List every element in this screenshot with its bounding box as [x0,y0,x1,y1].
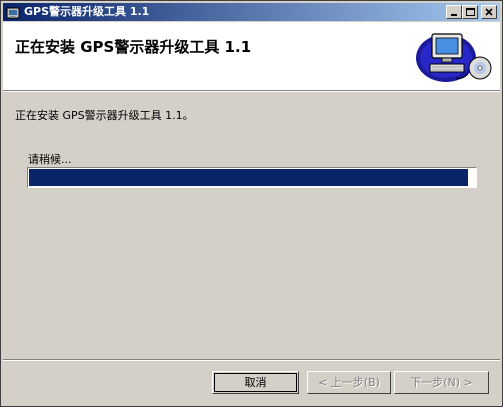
installer-window: GPS警示器升级工具 1.1 正在安装 GPS警示器升级工具 1.1 正在安装 … [0,0,503,407]
next-button[interactable]: 下一步(N) > [394,371,489,394]
status-text: 正在安装 GPS警示器升级工具 1.1。 [15,109,194,122]
close-button[interactable] [481,5,497,19]
maximize-icon [466,8,475,16]
minimize-icon [451,14,457,16]
banner-title: 正在安装 GPS警示器升级工具 1.1 [15,38,252,56]
title-bar[interactable]: GPS警示器升级工具 1.1 [3,3,500,21]
minimize-button[interactable] [446,5,462,19]
progress-bar [27,167,477,188]
window-title: GPS警示器升级工具 1.1 [24,5,150,18]
header-banner: 正在安装 GPS警示器升级工具 1.1 [3,22,500,92]
installer-icon [6,5,20,19]
wait-label: 请稍候... [28,153,72,166]
divider-highlight [3,360,500,361]
computer-disc-icon [416,33,492,82]
cancel-button[interactable]: 取消 [212,371,299,394]
back-button[interactable]: < 上一步(B) [307,371,391,394]
progress-fill [29,169,468,186]
close-icon [485,8,493,16]
maximize-button[interactable] [462,5,478,19]
